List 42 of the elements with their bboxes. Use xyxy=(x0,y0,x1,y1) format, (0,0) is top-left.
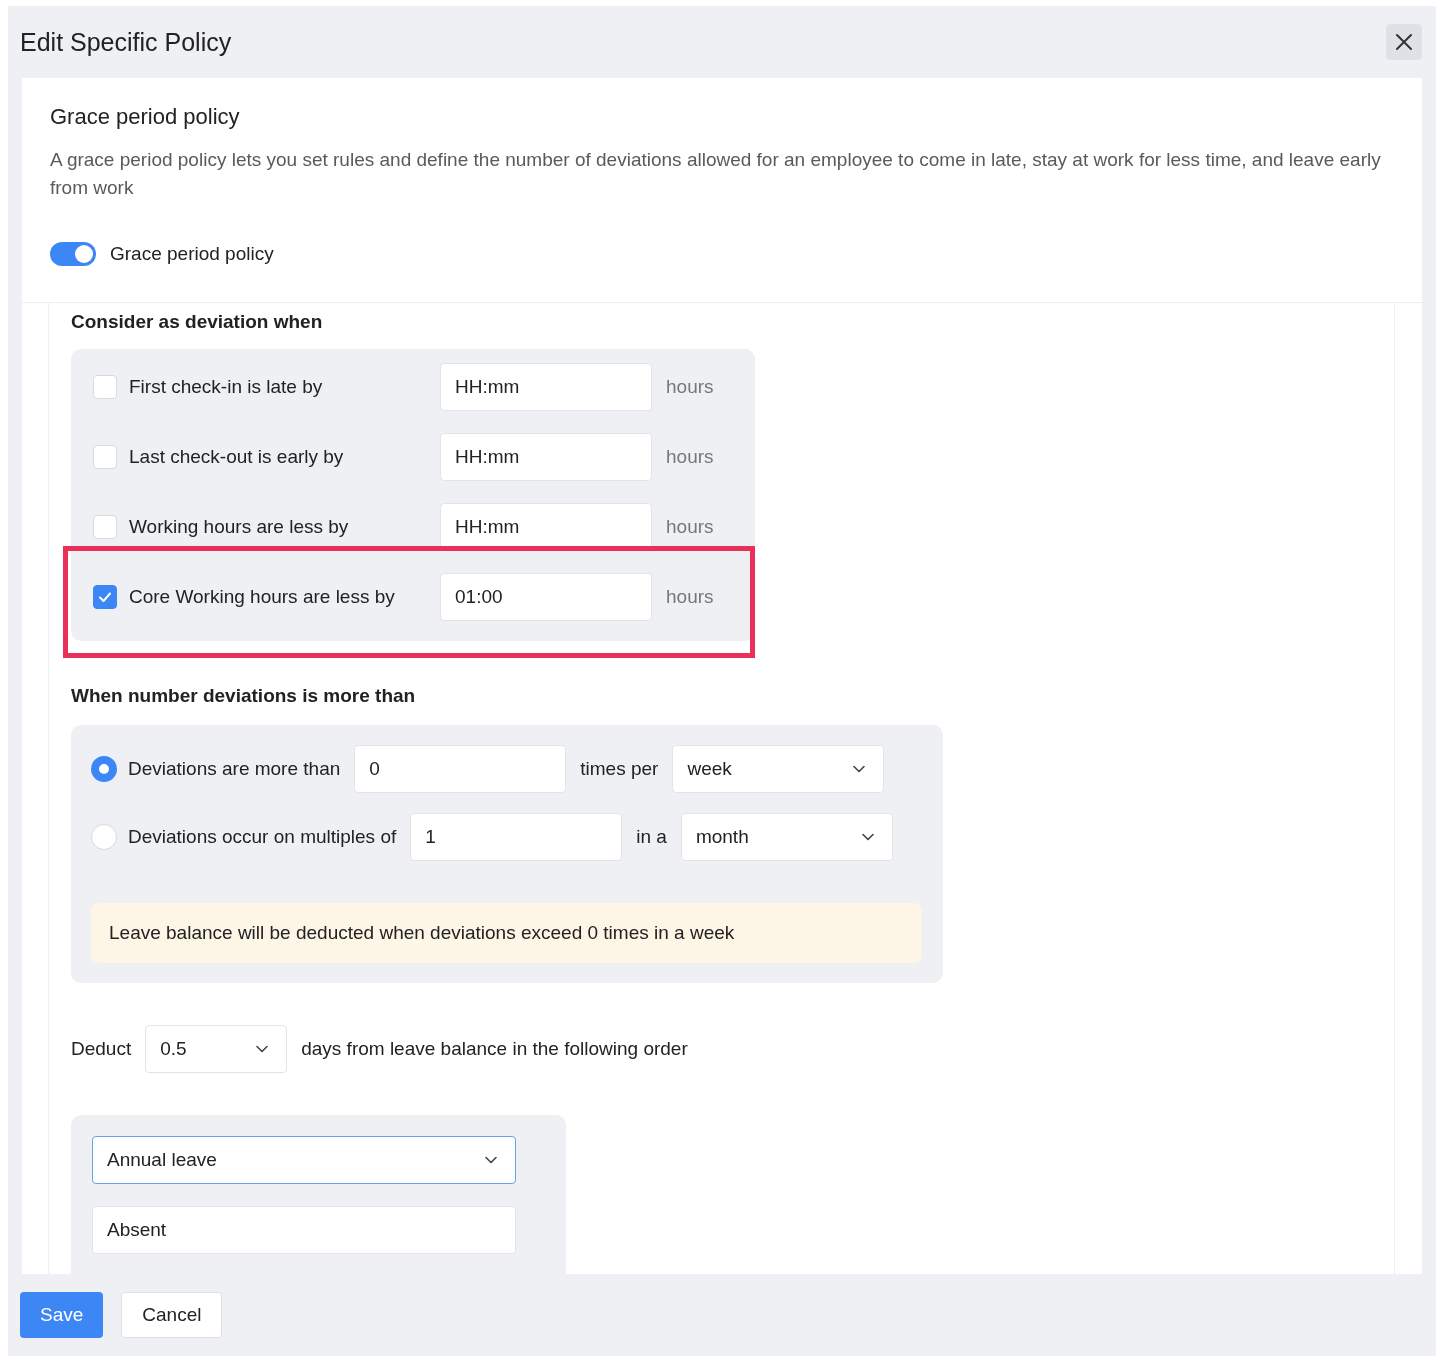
radio-label: Deviations are more than xyxy=(128,758,341,780)
info-note: Leave balance will be deducted when deviations exceed 0 times in a week xyxy=(91,903,922,963)
unit-label: hours xyxy=(666,446,714,468)
toggle-label: Grace period policy xyxy=(110,243,274,265)
radio-button[interactable] xyxy=(91,756,117,782)
section-description: A grace period policy lets you set rules and define the number of deviations allowed for an employee to come in late, stay at work for less time, and leave early from work xyxy=(50,148,1382,200)
dropdown[interactable]: month xyxy=(680,813,893,861)
time-field[interactable]: 01:00 xyxy=(440,573,652,621)
checkbox-label: Working hours are less by xyxy=(129,516,350,538)
unit-label: hours xyxy=(666,516,714,538)
section-heading: When number deviations is more than xyxy=(71,684,417,708)
time-field[interactable]: HH:mm xyxy=(440,433,652,481)
dialog-title: Edit Specific Policy xyxy=(20,27,232,57)
connector-label: in a xyxy=(636,826,667,848)
section-heading: Consider as deviation when xyxy=(71,310,324,334)
cancel-button[interactable]: Cancel xyxy=(121,1292,223,1338)
dropdown[interactable]: 0.5 xyxy=(145,1025,288,1073)
chevron-down-icon xyxy=(485,1156,497,1164)
count-field[interactable]: 0 xyxy=(354,745,567,793)
count-field[interactable]: 1 xyxy=(410,813,623,861)
dropdown[interactable]: week xyxy=(672,745,885,793)
close-icon xyxy=(1395,33,1413,51)
chevron-down-icon xyxy=(256,1045,269,1053)
chevron-down-icon xyxy=(861,833,874,841)
section-title: Grace period policy xyxy=(50,104,241,130)
chevron-down-icon xyxy=(853,765,866,773)
connector-label: times per xyxy=(580,758,659,780)
checkbox-label: First check-in is late by xyxy=(129,376,324,398)
deduct-label: Deduct xyxy=(71,1038,132,1060)
checkbox[interactable] xyxy=(93,585,117,609)
leave-type-field[interactable]: Absent xyxy=(92,1206,516,1254)
leave-type-dropdown[interactable]: Annual leave xyxy=(92,1136,516,1184)
radio-label: Deviations occur on multiples of xyxy=(128,826,397,848)
unit-label: hours xyxy=(666,586,714,608)
save-button[interactable]: Save xyxy=(20,1292,104,1338)
close-button[interactable] xyxy=(1386,24,1422,60)
unit-label: hours xyxy=(666,376,714,398)
time-field[interactable]: HH:mm xyxy=(440,363,652,411)
toggle-switch[interactable] xyxy=(50,242,96,266)
deduct-suffix: days from leave balance in the following order xyxy=(301,1038,688,1060)
checkbox-label: Last check-out is early by xyxy=(129,446,345,468)
checkbox-label: Core Working hours are less by xyxy=(129,586,396,608)
